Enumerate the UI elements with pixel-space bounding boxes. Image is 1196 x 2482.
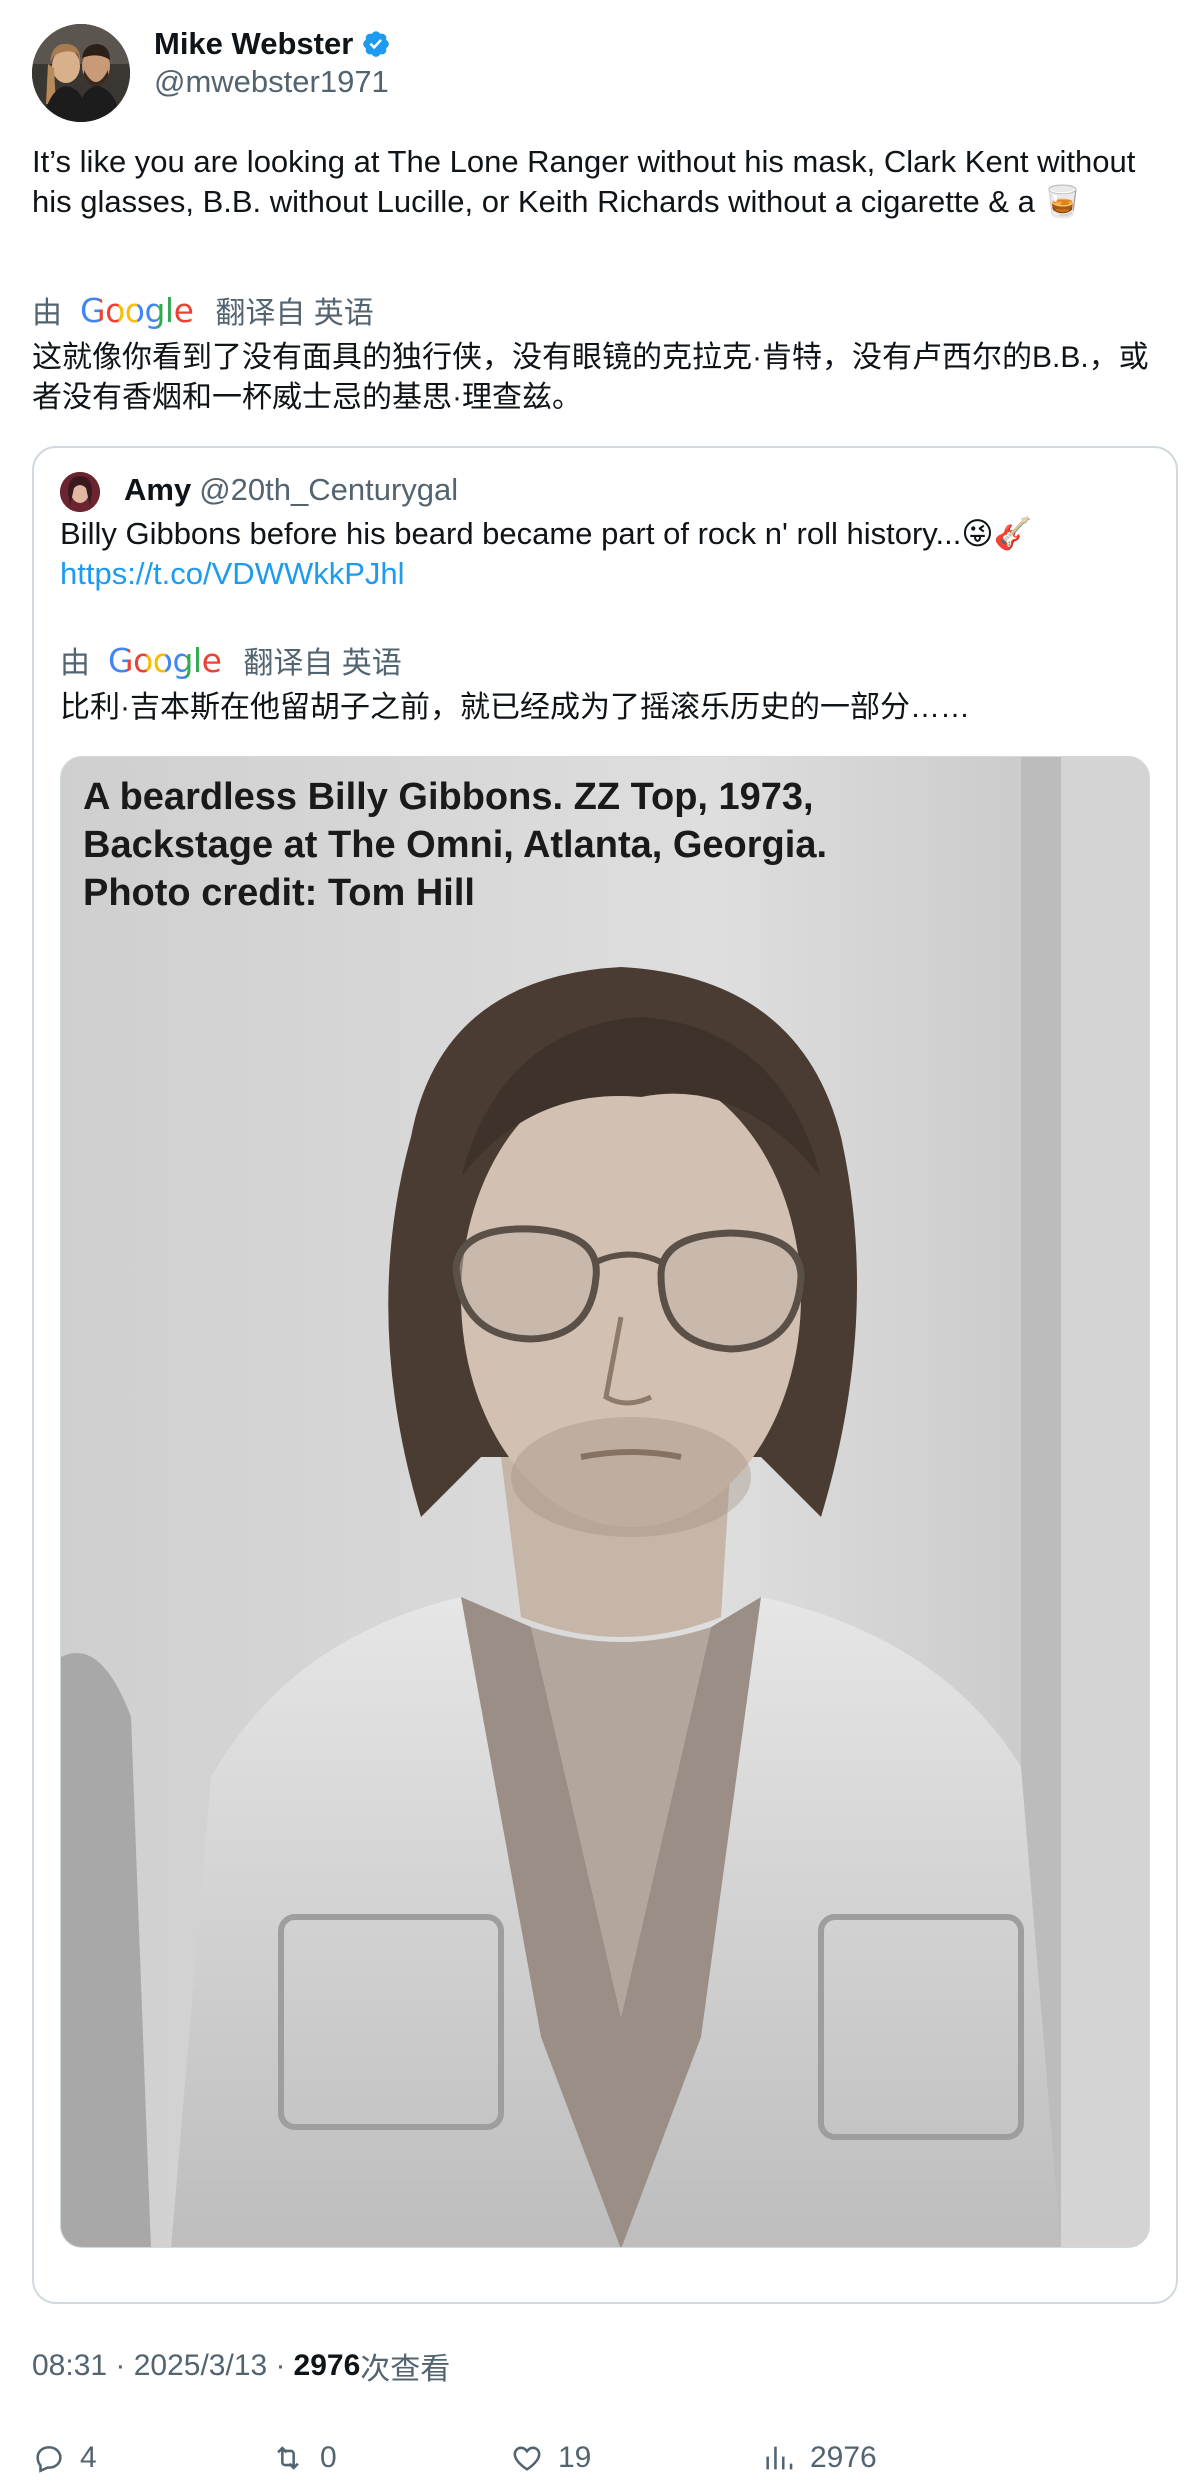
photo-caption-line-1: A beardless Billy Gibbons. ZZ Top, 1973, bbox=[83, 776, 814, 818]
tweet-header: Mike Webster @mwebster1971 bbox=[32, 24, 1172, 124]
quoted-author-handle[interactable]: @20th_Centurygal bbox=[199, 472, 458, 508]
quoted-tweet-link[interactable]: https://t.co/VDWWkkPJhl bbox=[60, 554, 1150, 594]
tweet-text: It’s like you are looking at The Lone Ra… bbox=[32, 144, 1136, 219]
tweet-translated-text: 这就像你看到了没有面具的独行侠，没有眼镜的克拉克·肯特，没有卢西尔的B.B.，或… bbox=[32, 341, 1149, 414]
photo-illustration bbox=[61, 757, 1149, 2247]
quoted-translated-text: 比利·吉本斯在他留胡子之前，就已经成为了摇滚乐历史的一部分…… bbox=[60, 691, 970, 724]
translation-attribution: 由 Google 翻译自 英语 bbox=[32, 290, 374, 331]
photo-caption: A beardless Billy Gibbons. ZZ Top, 1973,… bbox=[83, 773, 827, 917]
quoted-tweet-card[interactable]: Amy @20th_Centurygal Billy Gibbons befor… bbox=[32, 446, 1178, 2304]
tweet-actions-bar: 4 0 19 2976 bbox=[32, 2436, 1172, 2480]
author-avatar[interactable] bbox=[32, 24, 130, 122]
author-name-row: Mike Webster bbox=[154, 24, 391, 64]
author-handle[interactable]: @mwebster1971 bbox=[154, 64, 389, 100]
tweet-views-count: 2976 bbox=[293, 2349, 361, 2382]
google-logo-icon: Google bbox=[80, 290, 194, 330]
reply-button[interactable]: 4 bbox=[32, 2436, 97, 2480]
quoted-google-logo-icon: Google bbox=[108, 640, 222, 680]
quoted-tweet-photo[interactable]: A beardless Billy Gibbons. ZZ Top, 1973,… bbox=[60, 756, 1150, 2248]
views-button[interactable]: 2976 bbox=[762, 2436, 877, 2480]
quoted-tweet-body: Billy Gibbons before his beard became pa… bbox=[60, 514, 1150, 594]
analytics-bar-icon bbox=[766, 2446, 793, 2470]
tweet-views-label: 次查看 bbox=[360, 2353, 451, 2386]
like-button[interactable]: 19 bbox=[510, 2436, 591, 2480]
quoted-translation-prefix: 由 bbox=[60, 647, 90, 680]
translation-suffix: 翻译自 英语 bbox=[215, 297, 374, 330]
quoted-translation-suffix: 翻译自 英语 bbox=[243, 647, 402, 680]
reply-count: 4 bbox=[80, 2441, 97, 2474]
quoted-tweet-text: Billy Gibbons before his beard became pa… bbox=[60, 516, 1033, 551]
photo-caption-line-3: Photo credit: Tom Hill bbox=[83, 872, 475, 914]
tweet-meta: 08:31 · 2025/3/13 · 2976 次查看 bbox=[32, 2346, 450, 2386]
tweet-timestamp[interactable]: 08:31 · 2025/3/13 · bbox=[32, 2349, 286, 2383]
quoted-author-avatar[interactable] bbox=[60, 472, 100, 512]
quoted-translation-attribution: 由 Google 翻译自 英语 bbox=[60, 640, 402, 681]
verified-badge-icon bbox=[363, 31, 390, 57]
photo-caption-line-2: Backstage at The Omni, Atlanta, Georgia. bbox=[83, 824, 828, 866]
repost-button[interactable]: 0 bbox=[270, 2436, 337, 2480]
like-count: 19 bbox=[558, 2441, 592, 2474]
translation-prefix: 由 bbox=[32, 297, 62, 330]
repost-count: 0 bbox=[320, 2441, 337, 2474]
quoted-author-name[interactable]: Amy bbox=[124, 472, 191, 508]
views-count: 2976 bbox=[810, 2441, 877, 2474]
author-display-name[interactable]: Mike Webster bbox=[154, 26, 353, 62]
repost-icon bbox=[277, 2446, 299, 2470]
quoted-author-row: Amy @20th_Centurygal bbox=[124, 468, 458, 512]
heart-icon bbox=[513, 2446, 541, 2471]
reply-icon bbox=[36, 2446, 62, 2473]
